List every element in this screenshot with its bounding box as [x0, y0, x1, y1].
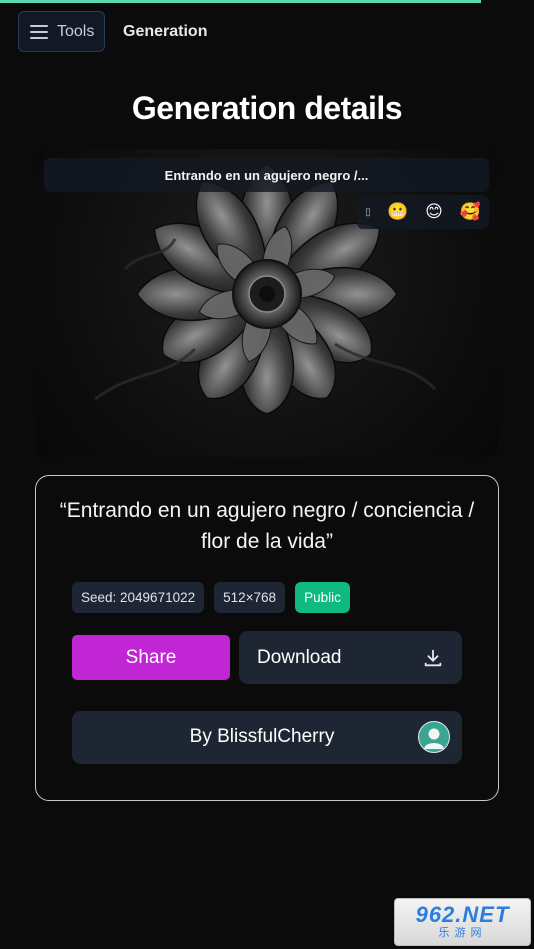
seed-badge: Seed: 2049671022: [72, 582, 205, 613]
hamburger-icon: [30, 24, 48, 39]
watermark-line-2: 乐游网: [438, 927, 487, 939]
share-button[interactable]: Share: [72, 635, 230, 680]
visibility-badge: Public: [295, 582, 350, 613]
watermark-line-1: 962.NET: [415, 902, 510, 927]
download-label: Download: [257, 646, 342, 668]
reaction-bar: ▯ 😬 😊 🥰: [357, 195, 489, 229]
site-watermark-logo: 962.NET 乐游网: [394, 898, 531, 946]
reaction-placeholder-icon[interactable]: ▯: [365, 207, 371, 218]
generation-detail-card: “Entrando en un agujero negro / concienc…: [35, 475, 499, 801]
download-icon: [424, 649, 442, 666]
top-bar: Tools Generation: [18, 11, 207, 52]
tag-row: Seed: 2049671022 512×768 Public: [72, 582, 350, 613]
hearts-emoji-icon[interactable]: 🥰: [460, 202, 481, 222]
prompt-text: “Entrando en un agujero negro / concienc…: [59, 499, 475, 553]
avatar: [418, 721, 450, 753]
author-label: By BlissfulCherry: [189, 726, 335, 747]
page-title: Generation details: [131, 90, 403, 126]
share-label: Share: [125, 646, 177, 668]
breadcrumb[interactable]: Generation: [123, 23, 207, 41]
size-badge: 512×768: [214, 582, 286, 613]
tools-label: Tools: [57, 22, 95, 40]
smile-emoji-icon[interactable]: 😊: [425, 202, 443, 222]
page-progress-bar: [0, 0, 481, 3]
image-caption: Entrando en un agujero negro /...: [44, 158, 489, 192]
grimace-emoji-icon[interactable]: 😬: [387, 202, 408, 222]
author-button[interactable]: By BlissfulCherry: [72, 711, 462, 764]
generated-image[interactable]: Entrando en un agujero negro /... ▯ 😬 😊 …: [35, 149, 498, 457]
download-button[interactable]: Download: [239, 631, 462, 684]
user-icon: [424, 728, 444, 749]
tools-menu-button[interactable]: Tools: [18, 11, 105, 52]
